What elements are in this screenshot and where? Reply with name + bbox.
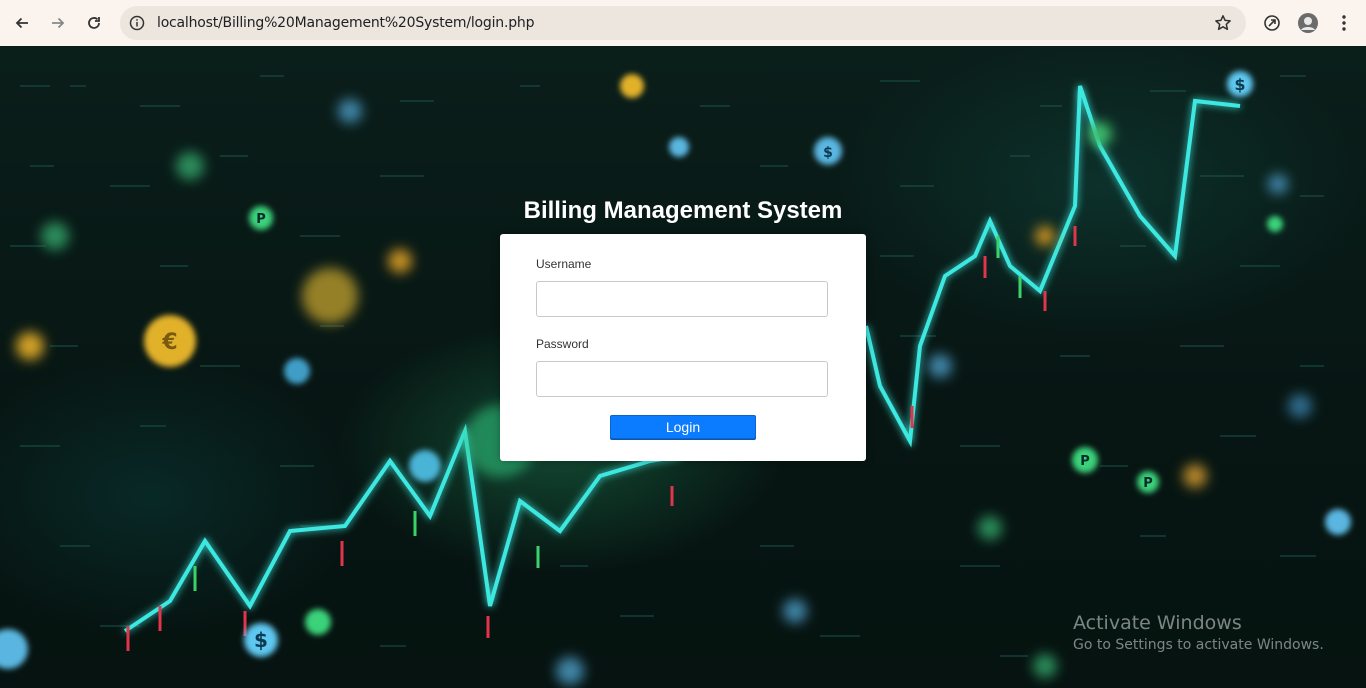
url-text[interactable]: localhost/Billing%20Management%20System/… [157, 15, 534, 31]
password-input[interactable] [536, 361, 828, 397]
login-button[interactable]: Login [610, 415, 756, 439]
forward-arrow-icon[interactable] [46, 11, 70, 35]
site-info-icon[interactable] [129, 15, 145, 31]
page-title: Billing Management System [523, 197, 843, 224]
svg-text:P: P [1143, 476, 1153, 491]
svg-text:$: $ [1234, 75, 1245, 94]
reload-icon[interactable] [82, 11, 106, 35]
svg-text:€: € [161, 330, 177, 355]
bookmark-star-icon[interactable] [1214, 14, 1232, 32]
back-arrow-icon[interactable] [10, 11, 34, 35]
password-label: Password [536, 337, 589, 351]
address-bar[interactable]: localhost/Billing%20Management%20System/… [120, 6, 1246, 40]
username-label: Username [536, 257, 592, 271]
menu-kebab-icon[interactable] [1332, 11, 1356, 35]
profile-avatar[interactable] [1296, 11, 1320, 35]
login-form: Username Password Login [500, 234, 866, 461]
username-input[interactable] [536, 281, 828, 317]
svg-text:$: $ [823, 145, 833, 161]
activate-windows-title: Activate Windows [1073, 612, 1242, 634]
activate-windows-subtitle: Go to Settings to activate Windows. [1073, 637, 1324, 653]
extension-icon[interactable] [1260, 11, 1284, 35]
browser-toolbar: localhost/Billing%20Management%20System/… [0, 0, 1366, 46]
svg-text:P: P [1080, 454, 1090, 469]
svg-text:$: $ [254, 628, 268, 652]
svg-text:P: P [256, 212, 266, 227]
